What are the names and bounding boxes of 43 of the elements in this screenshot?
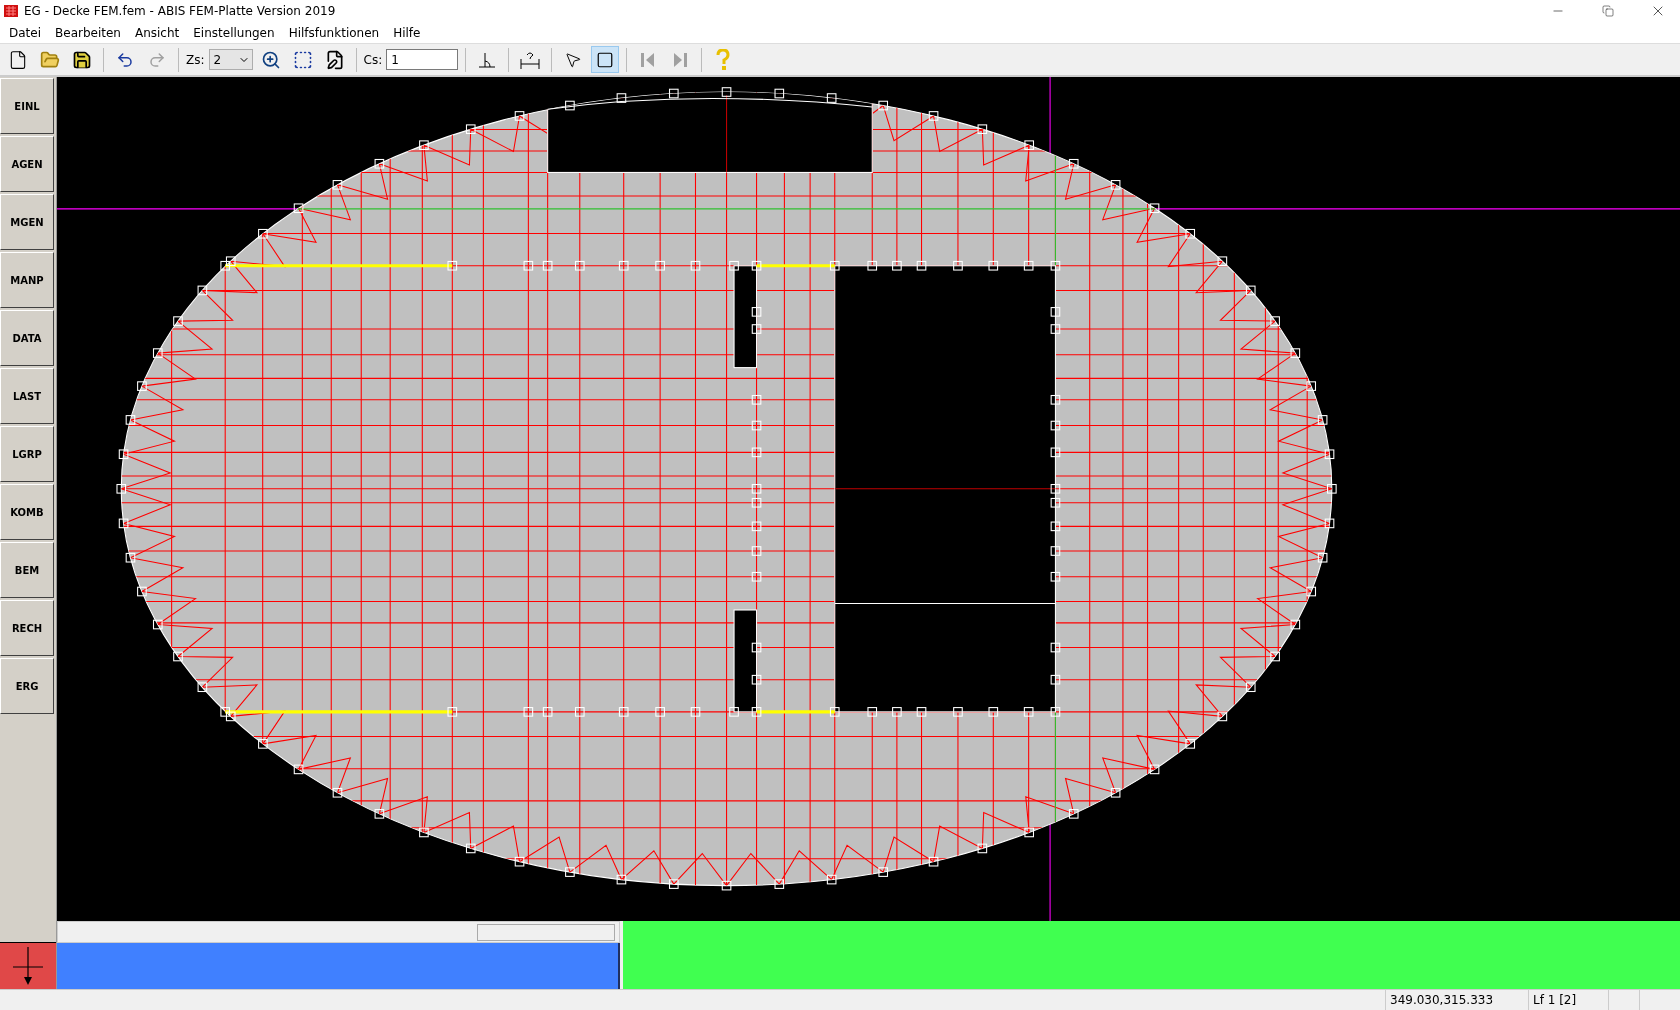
sidebar-button[interactable]: AGEN <box>0 136 54 192</box>
sidebar-button[interactable]: MANP <box>0 252 54 308</box>
crosshair-arrow-icon <box>12 947 44 985</box>
zs-label: Zs: <box>186 52 205 67</box>
rectangle-tool-button[interactable] <box>591 46 620 73</box>
dimension-icon <box>520 50 541 69</box>
skip-back-icon <box>640 50 657 69</box>
app-icon <box>4 4 18 18</box>
angle-icon <box>478 51 497 68</box>
redo-icon <box>148 50 166 69</box>
sidebar-button[interactable]: ERG <box>0 658 54 714</box>
fem-mesh-drawing[interactable] <box>57 77 1680 921</box>
square-icon <box>596 50 615 69</box>
zs-dropdown[interactable]: 2 <box>208 49 253 70</box>
menu-item[interactable]: Bearbeiten <box>48 25 128 40</box>
sidebar-button[interactable]: LAST <box>0 368 54 424</box>
sidebar-button[interactable]: LGRP <box>0 426 54 482</box>
sidebar-button[interactable]: MGEN <box>0 194 54 250</box>
sidebar-button[interactable]: DATA <box>0 310 54 366</box>
question-mark-icon <box>716 48 731 71</box>
page-icon <box>8 49 28 70</box>
undo-icon <box>116 50 134 69</box>
sidebar-button[interactable]: EINL <box>0 78 54 134</box>
restore-icon <box>1602 5 1614 17</box>
menu-item[interactable]: Hilfe <box>386 25 428 40</box>
load-case-text: Lf 1 [2] <box>1528 990 1608 1010</box>
sidebar-button[interactable]: BEM <box>0 542 54 598</box>
sidebar-button[interactable]: KOMB <box>0 484 54 540</box>
crosshair-button[interactable] <box>0 942 56 989</box>
menu-item[interactable]: Ansicht <box>127 25 187 40</box>
pointer-icon <box>564 50 583 69</box>
folder-icon <box>40 49 60 70</box>
menu-item[interactable]: Einstellungen <box>186 25 282 40</box>
zoom-in-icon <box>260 49 281 70</box>
coordinates-text: 349.030,315.333 <box>1385 990 1528 1010</box>
window-title: EG - Decke FEM.fem - ABIS FEM-Platte Version 2019 <box>24 4 337 18</box>
menu-item[interactable]: Datei <box>2 25 48 40</box>
skip-forward-icon <box>672 50 689 69</box>
dashed-square-icon <box>292 49 313 70</box>
cs-input-field[interactable]: 1 <box>386 49 459 70</box>
menu-item[interactable]: Hilfsfunktionen <box>281 25 387 40</box>
sidebar-button[interactable]: RECH <box>0 600 54 656</box>
cs-label: Cs: <box>363 52 383 67</box>
